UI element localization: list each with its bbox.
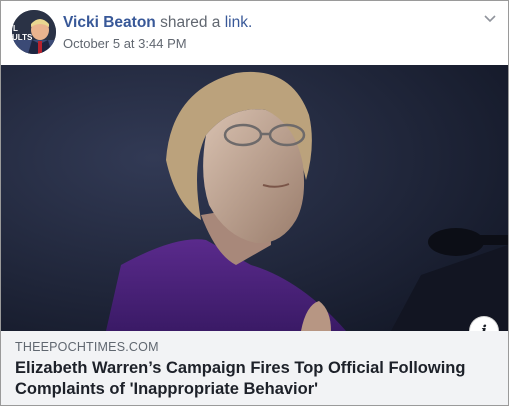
chevron-down-icon [484, 15, 496, 23]
avatar-text-1: L [13, 24, 18, 33]
link-preview-caption[interactable]: THEEPOCHTIMES.COM Elizabeth Warren’s Cam… [1, 331, 508, 405]
post-timestamp[interactable]: October 5 at 3:44 PM [63, 36, 187, 51]
author-name-link[interactable]: Vicki Beaton [63, 14, 156, 31]
shared-text: shared a [160, 14, 221, 31]
info-icon: i [481, 322, 487, 331]
profile-avatar[interactable]: L ULTS [12, 10, 56, 54]
avatar-text-2: ULTS [12, 33, 33, 42]
post-menu-button[interactable] [482, 10, 498, 26]
link-domain: THEEPOCHTIMES.COM [15, 340, 159, 354]
post-author-line: Vicki Beaton shared a link. [63, 13, 252, 33]
link-headline[interactable]: Elizabeth Warren’s Campaign Fires Top Of… [15, 358, 485, 400]
article-photo [1, 65, 508, 331]
post-card: L ULTS Vicki Beaton shared a link. Octob… [0, 0, 509, 406]
link-preview-image[interactable]: i [1, 65, 508, 331]
shared-link-link[interactable]: link. [225, 14, 253, 31]
avatar-image: L ULTS [12, 10, 56, 54]
